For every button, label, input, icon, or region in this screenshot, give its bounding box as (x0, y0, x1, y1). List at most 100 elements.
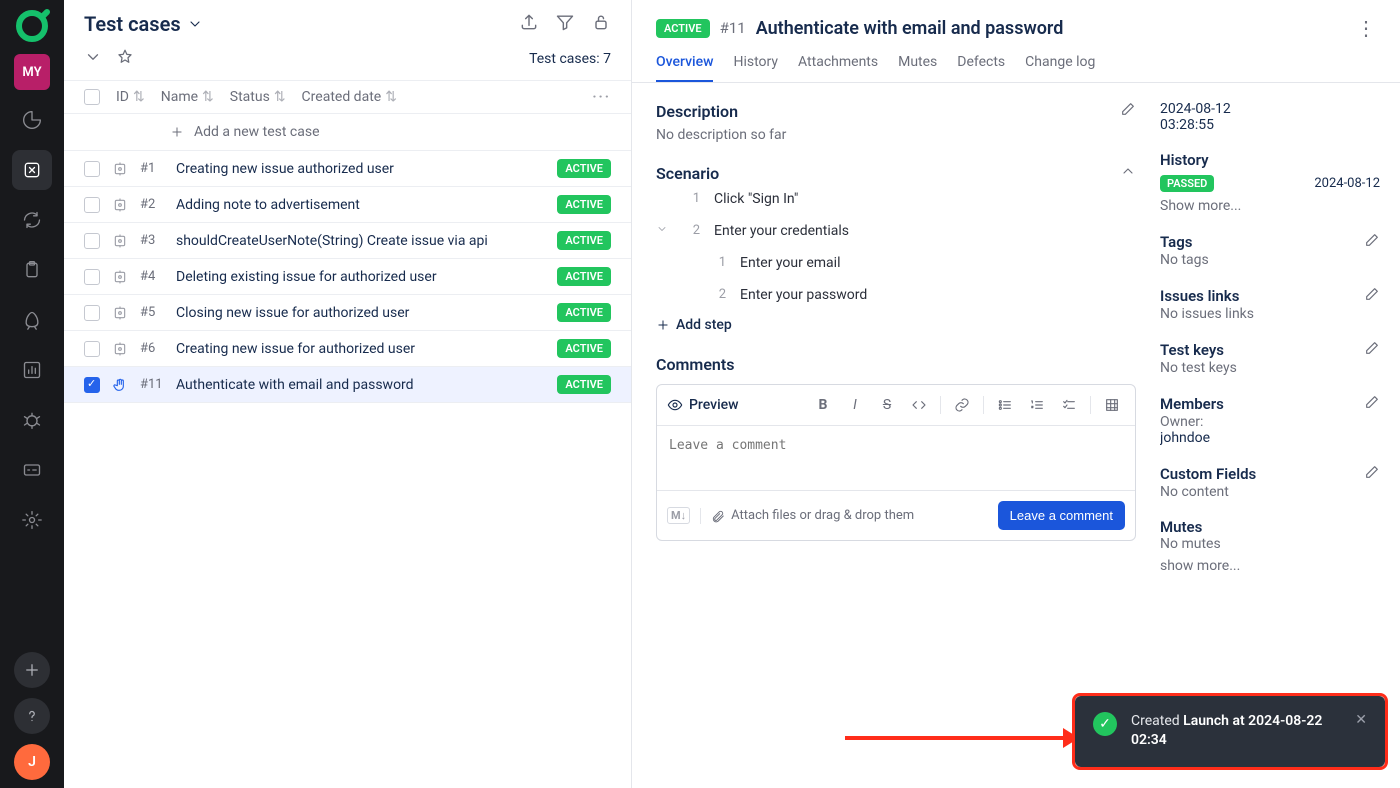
add-test-case-label: Add a new test case (194, 124, 320, 140)
settings-icon[interactable] (12, 500, 52, 540)
add-step-button[interactable]: Add step (656, 317, 1136, 333)
row-status: ACTIVE (557, 195, 611, 214)
test-case-row[interactable]: #3 shouldCreateUserNote(String) Create i… (64, 223, 631, 259)
column-menu[interactable]: ··· (592, 89, 611, 105)
scenario-step[interactable]: 2Enter your credentials (656, 215, 1136, 247)
code-icon[interactable] (906, 393, 932, 417)
tab-change-log[interactable]: Change log (1025, 50, 1095, 82)
star-icon[interactable] (116, 48, 134, 70)
bold-icon[interactable]: B (810, 393, 836, 417)
tab-defects[interactable]: Defects (957, 50, 1005, 82)
tab-mutes[interactable]: Mutes (898, 50, 937, 82)
col-status[interactable]: Status⇅ (230, 89, 286, 105)
task-list-icon[interactable] (1056, 393, 1082, 417)
step-number: 2 (714, 287, 726, 302)
test-case-list-pane: Test cases Test cases: 7 ID⇅ Name⇅ Statu… (64, 0, 632, 788)
comment-input[interactable] (657, 426, 1135, 486)
edit-members-icon[interactable] (1364, 394, 1380, 414)
collapse-scenario-icon[interactable] (1120, 163, 1136, 183)
row-status: ACTIVE (557, 159, 611, 178)
test-case-row[interactable]: #2 Adding note to advertisement ACTIVE (64, 187, 631, 223)
row-checkbox[interactable] (84, 305, 100, 321)
row-checkbox[interactable] (84, 269, 100, 285)
launches-icon[interactable] (12, 300, 52, 340)
test-cases-icon[interactable] (12, 150, 52, 190)
step-number: 1 (688, 191, 700, 206)
toast-close-icon[interactable]: ✕ (1355, 712, 1367, 728)
tab-overview[interactable]: Overview (656, 50, 713, 82)
scenario-substep[interactable]: 2Enter your password (682, 279, 1136, 311)
leave-comment-button[interactable]: Leave a comment (998, 501, 1125, 530)
col-created[interactable]: Created date⇅ (302, 89, 397, 105)
attach-file-button[interactable]: Attach files or drag & drop them (711, 508, 914, 523)
automated-icon (112, 341, 128, 357)
cycles-icon[interactable] (12, 200, 52, 240)
help-button[interactable] (14, 698, 50, 734)
edit-custom-icon[interactable] (1364, 464, 1380, 484)
collapse-all-icon[interactable] (84, 48, 102, 70)
row-checkbox[interactable] (84, 197, 100, 213)
row-checkbox[interactable] (84, 341, 100, 357)
jobs-icon[interactable] (12, 450, 52, 490)
clipboard-icon[interactable] (12, 250, 52, 290)
edit-testkeys-icon[interactable] (1364, 340, 1380, 360)
step-number: 2 (688, 223, 700, 238)
dashboard-icon[interactable] (12, 100, 52, 140)
automated-icon (112, 269, 128, 285)
tab-history[interactable]: History (733, 50, 778, 82)
row-name: Authenticate with email and password (176, 377, 545, 393)
test-case-row[interactable]: #11 Authenticate with email and password… (64, 367, 631, 403)
select-all-checkbox[interactable] (84, 89, 100, 105)
row-id: #1 (140, 161, 164, 176)
test-case-row[interactable]: #6 Creating new issue for authorized use… (64, 331, 631, 367)
detail-menu[interactable]: ⋮ (1356, 16, 1376, 40)
test-case-row[interactable]: #4 Deleting existing issue for authorize… (64, 259, 631, 295)
test-case-id: #11 (720, 19, 746, 37)
table-icon[interactable] (1099, 393, 1125, 417)
upload-icon[interactable] (519, 12, 539, 36)
col-id[interactable]: ID⇅ (116, 89, 145, 105)
edit-tags-icon[interactable] (1364, 232, 1380, 252)
history-title: History (1160, 151, 1380, 169)
testkeys-empty: No test keys (1160, 360, 1380, 376)
strikethrough-icon[interactable]: S (874, 393, 900, 417)
toast-highlight: ✓ Created Launch at 2024-08-22 02:34 ✕ (1072, 693, 1388, 770)
history-date: 2024-08-12 (1314, 176, 1380, 191)
page-title[interactable]: Test cases (84, 12, 203, 36)
row-checkbox[interactable] (84, 161, 100, 177)
workspace-badge[interactable]: MY (14, 54, 50, 90)
row-name: Closing new issue for authorized user (176, 305, 545, 321)
test-case-title: Authenticate with email and password (756, 18, 1064, 39)
preview-toggle[interactable]: Preview (667, 397, 739, 413)
step-text: Click "Sign In" (714, 191, 798, 207)
analytics-icon[interactable] (12, 350, 52, 390)
numbered-list-icon[interactable] (1024, 393, 1050, 417)
scenario-substep[interactable]: 1Enter your email (682, 247, 1136, 279)
col-name[interactable]: Name⇅ (161, 89, 214, 105)
test-case-row[interactable]: #5 Closing new issue for authorized user… (64, 295, 631, 331)
add-test-case-row[interactable]: Add a new test case (64, 114, 631, 151)
logo-icon[interactable] (14, 8, 50, 44)
row-checkbox[interactable] (84, 233, 100, 249)
row-checkbox[interactable] (84, 377, 100, 393)
test-case-detail-pane: ACTIVE #11 Authenticate with email and p… (632, 0, 1400, 788)
test-case-row[interactable]: #1 Creating new issue authorized user AC… (64, 151, 631, 187)
history-show-more[interactable]: Show more... (1160, 198, 1380, 214)
user-avatar[interactable]: J (14, 744, 50, 780)
bullet-list-icon[interactable] (992, 393, 1018, 417)
custom-title: Custom Fields (1160, 464, 1380, 484)
defects-icon[interactable] (12, 400, 52, 440)
expand-step-icon[interactable] (656, 223, 668, 239)
italic-icon[interactable]: I (842, 393, 868, 417)
mutes-show-more[interactable]: show more... (1160, 558, 1380, 574)
scenario-step[interactable]: 1 Click "Sign In" (656, 183, 1136, 215)
add-button[interactable] (14, 652, 50, 688)
filter-icon[interactable] (555, 12, 575, 36)
edit-issues-icon[interactable] (1364, 286, 1380, 306)
link-icon[interactable] (949, 393, 975, 417)
markdown-icon: M↓ (667, 507, 690, 524)
row-name: Creating new issue authorized user (176, 161, 545, 177)
lock-icon[interactable] (591, 12, 611, 36)
edit-description-icon[interactable] (1120, 101, 1136, 121)
tab-attachments[interactable]: Attachments (798, 50, 878, 82)
